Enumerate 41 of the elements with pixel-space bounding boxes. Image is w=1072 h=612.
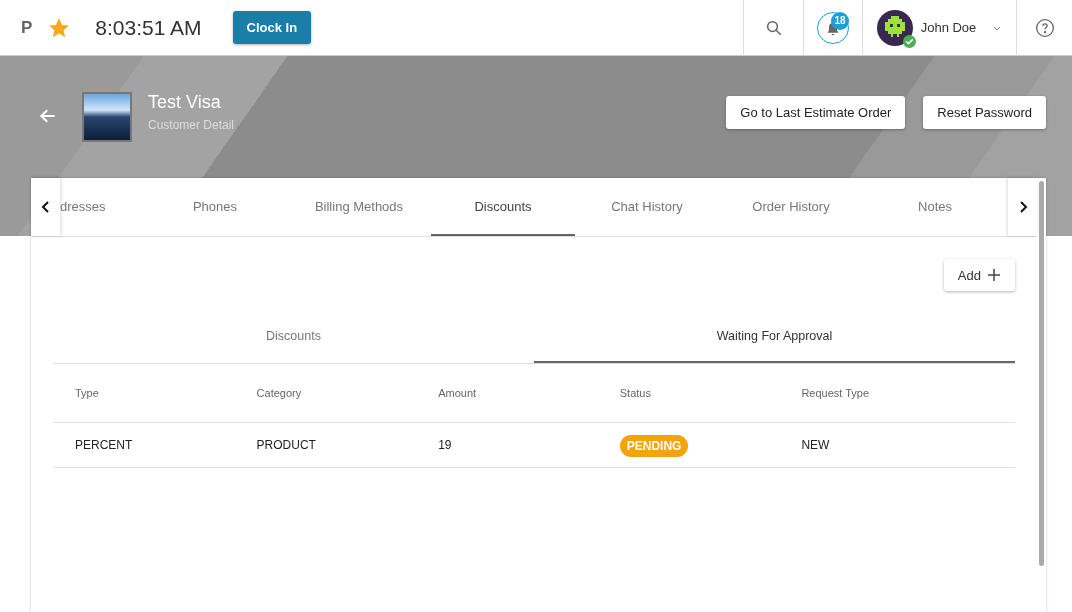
- table-cell-text: 19: [437, 438, 453, 452]
- scroll-right-button[interactable]: [1008, 178, 1037, 236]
- clock-time: 8:03:51 AM: [95, 15, 202, 40]
- table-cell-text: PRODUCT: [255, 438, 317, 452]
- tab[interactable]: Discounts: [431, 178, 575, 236]
- header-button[interactable]: Go to Last Estimate Order: [726, 96, 906, 129]
- status-badge: PENDING: [619, 435, 689, 457]
- user-name: John Doe: [920, 20, 977, 35]
- tab[interactable]: Order History: [719, 178, 863, 236]
- subtab[interactable]: Discounts: [53, 311, 534, 363]
- tab[interactable]: Notes: [863, 178, 1007, 236]
- table-cell-text: NEW: [800, 438, 831, 452]
- help-button[interactable]: [1034, 17, 1055, 38]
- tab[interactable]: Phones: [143, 178, 287, 236]
- subtab[interactable]: Waiting For Approval: [534, 311, 1015, 363]
- plus-icon: [987, 268, 1001, 282]
- notification-count: 18: [831, 11, 849, 30]
- tab[interactable]: Chat History: [575, 178, 719, 236]
- star-icon[interactable]: [49, 17, 70, 38]
- add-button[interactable]: Add: [943, 259, 1015, 291]
- chevron-right-icon: [1017, 201, 1028, 213]
- photo-placeholder: [82, 92, 132, 142]
- chevron-left-icon: [40, 201, 51, 213]
- customer-name: Test Visa: [148, 92, 222, 113]
- column-header: Amount: [437, 387, 478, 399]
- page-subtitle: Customer Detail: [148, 118, 235, 132]
- table-cell-text: PERCENT: [74, 438, 134, 452]
- search-button[interactable]: [764, 18, 783, 37]
- tab[interactable]: dresses: [60, 178, 143, 236]
- avatar-icon: [876, 9, 913, 46]
- column-header: Status: [618, 387, 652, 399]
- clock-in-button[interactable]: Clock In: [232, 11, 312, 44]
- column-header: Type: [74, 387, 100, 399]
- user-menu[interactable]: John Doe: [876, 9, 1003, 46]
- scroll-left-button[interactable]: [31, 178, 60, 236]
- column-header: Category: [255, 387, 303, 399]
- header-button[interactable]: Reset Password: [923, 96, 1046, 129]
- column-header: Request Type: [800, 387, 871, 399]
- app-logo: P: [21, 17, 33, 38]
- tab[interactable]: Billing Methods: [287, 178, 431, 236]
- scrollbar-thumb[interactable]: [1039, 181, 1044, 566]
